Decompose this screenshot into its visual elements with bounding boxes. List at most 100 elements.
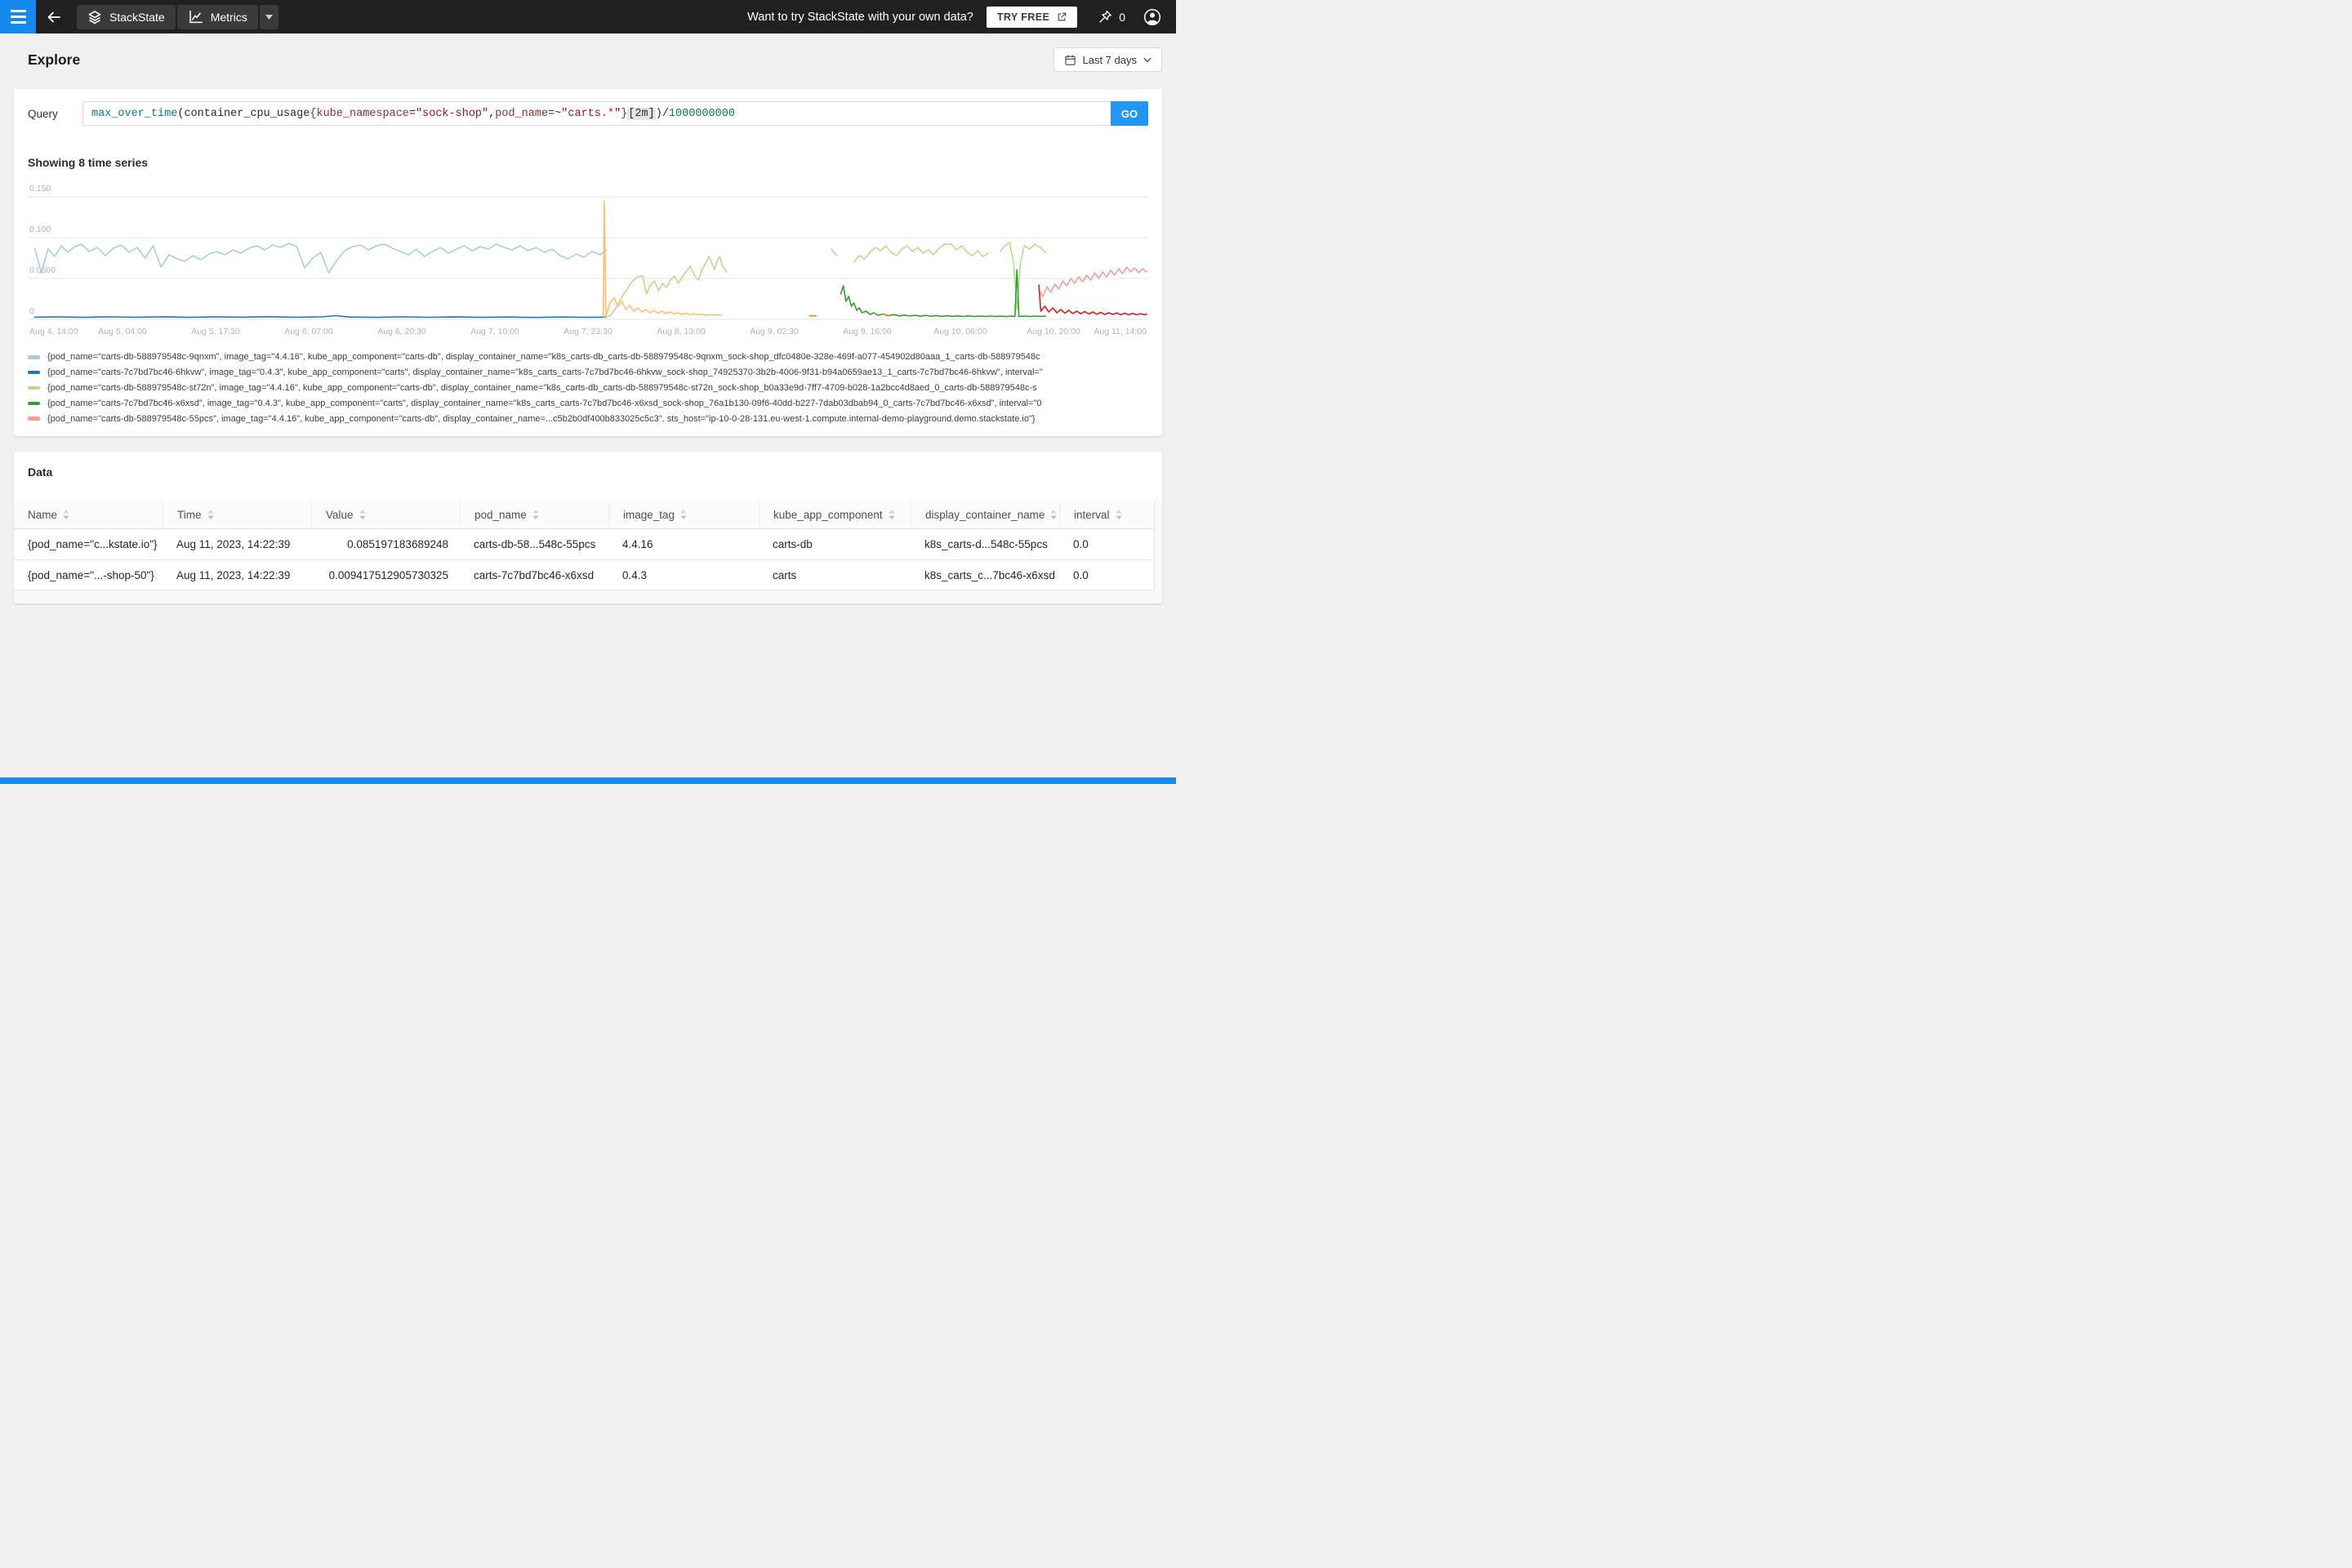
query-token: container_cpu_usage (184, 107, 310, 120)
arrow-left-icon (47, 11, 60, 22)
calendar-icon (1064, 55, 1076, 65)
topbar-right: Want to try StackState with your own dat… (747, 6, 1176, 28)
data-table: Name Time Value pod_name image_tag kube_app_c… (14, 501, 1162, 590)
svg-text:Aug 9, 16:00: Aug 9, 16:00 (843, 327, 892, 336)
query-token: kube_namespace (316, 107, 409, 120)
query-input[interactable]: max_over_time(container_cpu_usage{kube_n… (82, 101, 1111, 126)
metrics-chart-icon (189, 10, 203, 24)
promo-text: Want to try StackState with your own dat… (747, 10, 973, 24)
pinned-views-button[interactable]: 0 (1097, 9, 1125, 25)
table-cell: 0.085197183689248 (347, 538, 448, 550)
back-button[interactable] (36, 0, 72, 33)
column-header-interval[interactable]: interval (1059, 501, 1154, 528)
svg-text:Aug 11, 14:00: Aug 11, 14:00 (1094, 327, 1147, 336)
legend-item[interactable]: {pod_name="carts-7c7bd7bc46-6hkvw", imag… (28, 365, 1148, 381)
hamburger-menu-button[interactable] (0, 0, 36, 33)
sort-icon (1115, 510, 1122, 519)
query-token: ( (177, 107, 185, 120)
table-row[interactable]: {pod_name="...-shop-50"} Aug 11, 2023, 14… (14, 560, 1162, 590)
caret-down-icon (265, 14, 273, 20)
column-header-image-tag[interactable]: image_tag (608, 501, 759, 528)
svg-text:Aug 6, 20:30: Aug 6, 20:30 (377, 327, 426, 336)
svg-text:Aug 9, 02:30: Aug 9, 02:30 (750, 327, 799, 336)
table-cell: Aug 11, 2023, 14:22:39 (176, 568, 291, 581)
time-range-selector[interactable]: Last 7 days (1053, 47, 1162, 72)
page: { "topbar": { "brand": "StackState", "me… (0, 0, 1176, 784)
table-cell: 0.009417512905730325 (328, 568, 448, 581)
tab-metrics[interactable]: Metrics (176, 4, 258, 29)
pin-count: 0 (1119, 10, 1125, 24)
query-token: pod_name (495, 107, 549, 120)
legend-swatch (28, 370, 40, 375)
legend-item[interactable]: {pod_name="carts-db-588979548c-55pcs", i… (28, 411, 1148, 426)
legend-item[interactable]: {pod_name="carts-db-588979548c-st72n", i… (28, 381, 1148, 396)
table-cell: carts (773, 568, 797, 581)
table-cell: {pod_name="...-shop-50"} (28, 568, 154, 581)
table-cell: carts-db-58...548c-55pcs (474, 538, 596, 550)
svg-text:0.150: 0.150 (29, 185, 51, 194)
external-link-icon (1058, 12, 1067, 20)
column-header-kube-app-component[interactable]: kube_app_component (759, 501, 911, 528)
go-button[interactable]: GO (1111, 101, 1148, 126)
table-cell: 0.0 (1073, 538, 1089, 550)
table-cell: carts-7c7bd7bc46-x6xsd (474, 568, 595, 581)
svg-text:Aug 8, 13:00: Aug 8, 13:00 (657, 327, 706, 336)
chart-legend: {pod_name="carts-db-588979548c-9qnxm", i… (28, 350, 1148, 428)
column-header-label: Time (177, 508, 202, 521)
query-token: } (621, 107, 628, 120)
column-header-label: Name (28, 508, 58, 521)
svg-text:Aug 5, 04:00: Aug 5, 04:00 (98, 327, 147, 336)
svg-text:Aug 10, 06:00: Aug 10, 06:00 (933, 327, 987, 336)
svg-text:Aug 5, 17:30: Aug 5, 17:30 (191, 327, 240, 336)
data-title: Data (28, 466, 53, 479)
table-cell: 4.4.16 (622, 538, 653, 550)
data-card: Data Name Time Value pod_name image_tag kube_… (14, 452, 1162, 604)
try-free-label: TRY FREE (996, 11, 1050, 23)
bottom-accent-bar (0, 777, 1176, 784)
query-token: "sock-shop" (416, 107, 489, 120)
table-footer-strip (14, 590, 1162, 604)
tab-metrics-label: Metrics (210, 10, 247, 24)
column-header-time[interactable]: Time (163, 501, 311, 528)
column-header-label: kube_app_component (773, 508, 883, 521)
try-free-button[interactable]: TRY FREE (986, 6, 1078, 28)
query-token: =~ (548, 107, 562, 120)
query-token: 1000000000 (668, 107, 735, 120)
chart-canvas: 00.05000.1000.150Aug 4, 14:00 Aug 5, 04:0… (28, 184, 1148, 336)
column-header-label: image_tag (623, 508, 675, 521)
table-cell: Aug 11, 2023, 14:22:39 (176, 538, 291, 550)
tab-stackstate[interactable]: StackState (77, 4, 176, 29)
legend-item[interactable]: {pod_name="carts-7c7bd7bc46-x6xsd", imag… (28, 395, 1148, 411)
query-token: / (662, 107, 669, 120)
table-scrollbar-track[interactable] (1154, 501, 1162, 590)
column-header-label: interval (1074, 508, 1110, 521)
timeseries-chart: 0 0.0500 0.100 0.150 Aug 4, 14:00 Aug 5, 04:0… (28, 184, 1148, 341)
table-row[interactable]: {pod_name="c...kstate.io"} Aug 11, 2023, … (14, 529, 1162, 560)
legend-item[interactable]: {pod_name="carts-db-588979548c-9qnxm", i… (28, 350, 1148, 365)
query-token: ) (655, 107, 662, 120)
query-token: = (408, 107, 416, 120)
time-range-label: Last 7 days (1082, 53, 1138, 66)
svg-text:Aug 4, 14:00: Aug 4, 14:00 (29, 327, 78, 336)
sort-icon (63, 510, 69, 519)
legend-swatch (28, 416, 40, 421)
explore-card: Query max_over_time(container_cpu_usage{… (14, 89, 1162, 436)
sort-icon (532, 510, 539, 519)
column-header-name[interactable]: Name (14, 501, 163, 528)
page-title: Explore (28, 51, 81, 68)
legend-swatch (28, 355, 40, 359)
legend-text: {pod_name="carts-db-588979548c-9qnxm", i… (47, 352, 1040, 363)
column-header-pod-name[interactable]: pod_name (460, 501, 608, 528)
query-token: [2m] (627, 107, 656, 120)
column-header-display-container-name[interactable]: display_container_name (911, 501, 1059, 528)
table-header-row: Name Time Value pod_name image_tag kube_app_c… (14, 501, 1162, 529)
tab-dropdown-button[interactable] (259, 4, 278, 29)
sort-icon (680, 510, 687, 519)
column-header-value[interactable]: Value (311, 501, 460, 528)
query-token: { (310, 107, 317, 120)
svg-text:Aug 7, 23:30: Aug 7, 23:30 (564, 327, 612, 336)
sort-icon (1050, 510, 1057, 519)
user-avatar-button[interactable] (1143, 8, 1161, 26)
svg-text:Aug 10, 20:00: Aug 10, 20:00 (1027, 327, 1080, 336)
query-token: max_over_time (91, 107, 178, 120)
